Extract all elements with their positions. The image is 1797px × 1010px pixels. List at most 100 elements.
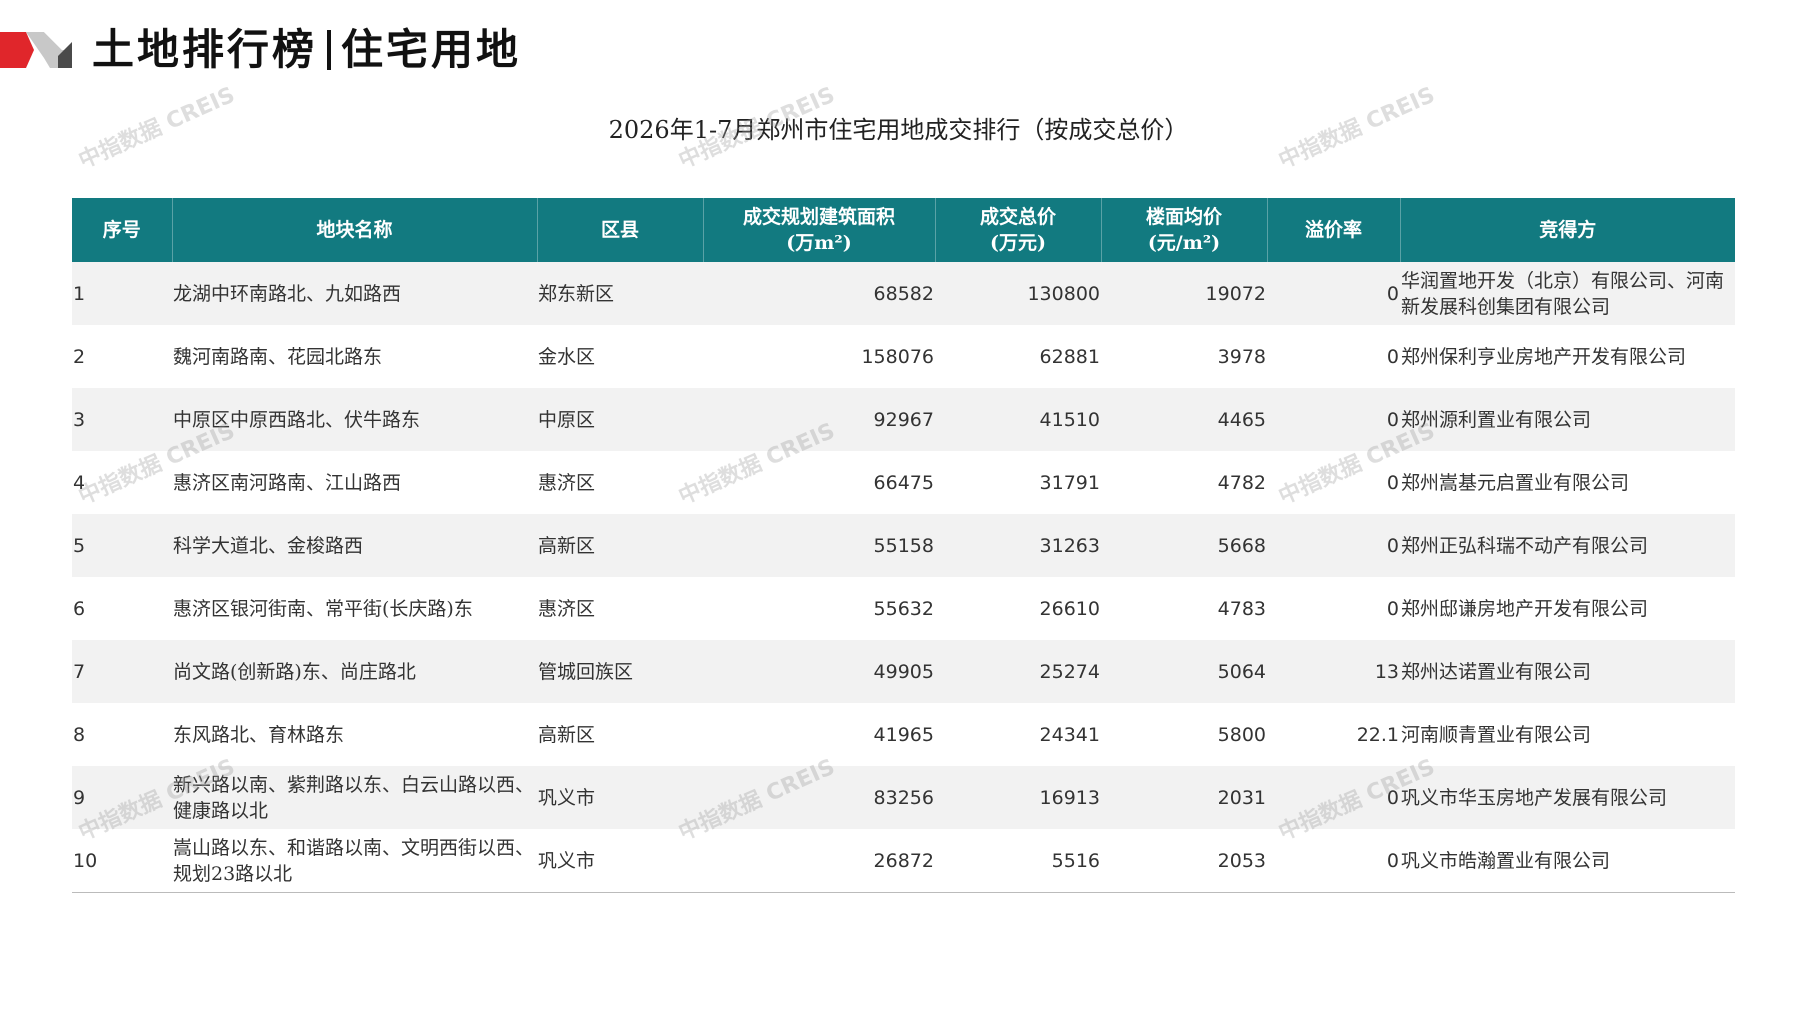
cell-rank: 7: [72, 640, 172, 703]
cell-area: 49905: [703, 640, 935, 703]
table-row: 6 惠济区银河街南、常平街(长庆路)东 惠济区 55632 26610 4783…: [72, 577, 1735, 640]
column-header-winner: 竞得方: [1400, 198, 1735, 262]
cell-total-price: 31263: [935, 514, 1101, 577]
cell-winner: 郑州正弘科瑞不动产有限公司: [1400, 514, 1735, 577]
cell-total-price: 26610: [935, 577, 1101, 640]
column-header-parcel: 地块名称: [172, 198, 538, 262]
cell-area: 66475: [703, 451, 935, 514]
cell-premium: 0: [1267, 451, 1400, 514]
table-header-row: 序号 地块名称 区县 成交规划建筑面积 (万m²) 成交总价 (万元) 楼面均价 (元…: [72, 198, 1735, 262]
cell-premium: 0: [1267, 325, 1400, 388]
column-header-district: 区县: [537, 198, 704, 262]
table-row: 2 魏河南路南、花园北路东 金水区 158076 62881 3978 0 郑州…: [72, 325, 1735, 388]
cell-unit-price: 2053: [1101, 829, 1267, 893]
cell-parcel: 嵩山路以东、和谐路以南、文明西街以西、规划23路以北: [172, 829, 537, 893]
logo-mark: [0, 32, 72, 68]
table-row: 1 龙湖中环南路北、九如路西 郑东新区 68582 130800 19072 0…: [72, 262, 1735, 325]
cell-district: 金水区: [537, 325, 703, 388]
cell-rank: 4: [72, 451, 172, 514]
cell-rank: 2: [72, 325, 172, 388]
cell-total-price: 31791: [935, 451, 1101, 514]
column-unit-area: (万m²): [786, 232, 852, 254]
cell-winner: 郑州嵩基元启置业有限公司: [1400, 451, 1735, 514]
cell-district: 巩义市: [537, 829, 703, 893]
page-title-left: 土地排行榜: [92, 25, 318, 74]
page-title: 土地排行榜 住宅用地: [92, 18, 521, 82]
cell-area: 92967: [703, 388, 935, 451]
cell-area: 41965: [703, 703, 935, 766]
table-row: 8 东风路北、育林路东 高新区 41965 24341 5800 22.1 河南…: [72, 703, 1735, 766]
cell-parcel: 中原区中原西路北、伏牛路东: [172, 388, 537, 451]
cell-winner: 郑州保利亨业房地产开发有限公司: [1400, 325, 1735, 388]
cell-parcel: 东风路北、育林路东: [172, 703, 537, 766]
cell-total-price: 62881: [935, 325, 1101, 388]
cell-rank: 10: [72, 829, 172, 893]
table-row: 10 嵩山路以东、和谐路以南、文明西街以西、规划23路以北 巩义市 26872 …: [72, 829, 1735, 893]
cell-unit-price: 4465: [1101, 388, 1267, 451]
cell-premium: 13: [1267, 640, 1400, 703]
cell-parcel: 龙湖中环南路北、九如路西: [172, 262, 537, 325]
cell-total-price: 25274: [935, 640, 1101, 703]
cell-parcel: 魏河南路南、花园北路东: [172, 325, 537, 388]
table-row: 4 惠济区南河路南、江山路西 惠济区 66475 31791 4782 0 郑州…: [72, 451, 1735, 514]
cell-district: 高新区: [537, 514, 703, 577]
cell-winner: 郑州达诺置业有限公司: [1400, 640, 1735, 703]
title-divider: [327, 30, 332, 70]
column-header-unit-price: 楼面均价 (元/m²): [1101, 198, 1268, 262]
cell-unit-price: 2031: [1101, 766, 1267, 829]
cell-area: 68582: [703, 262, 935, 325]
cell-winner: 巩义市华玉房地产发展有限公司: [1400, 766, 1735, 829]
column-header-total-price: 成交总价 (万元): [935, 198, 1102, 262]
cell-rank: 1: [72, 262, 172, 325]
cell-rank: 3: [72, 388, 172, 451]
cell-unit-price: 3978: [1101, 325, 1267, 388]
table-row: 5 科学大道北、金梭路西 高新区 55158 31263 5668 0 郑州正弘…: [72, 514, 1735, 577]
table-row: 3 中原区中原西路北、伏牛路东 中原区 92967 41510 4465 0 郑…: [72, 388, 1735, 451]
cell-area: 158076: [703, 325, 935, 388]
cell-unit-price: 5668: [1101, 514, 1267, 577]
cell-unit-price: 5064: [1101, 640, 1267, 703]
cell-rank: 6: [72, 577, 172, 640]
cell-district: 高新区: [537, 703, 703, 766]
cell-parcel: 惠济区南河路南、江山路西: [172, 451, 537, 514]
cell-parcel: 尚文路(创新路)东、尚庄路北: [172, 640, 537, 703]
cell-premium: 0: [1267, 766, 1400, 829]
column-header-area: 成交规划建筑面积 (万m²): [703, 198, 936, 262]
cell-premium: 0: [1267, 514, 1400, 577]
cell-parcel: 新兴路以南、紫荆路以东、白云山路以西、健康路以北: [172, 766, 537, 829]
cell-total-price: 130800: [935, 262, 1101, 325]
cell-total-price: 24341: [935, 703, 1101, 766]
cell-unit-price: 19072: [1101, 262, 1267, 325]
cell-area: 26872: [703, 829, 935, 893]
cell-unit-price: 4782: [1101, 451, 1267, 514]
page-title-right: 住宅用地: [341, 25, 522, 74]
cell-district: 巩义市: [537, 766, 703, 829]
cell-total-price: 16913: [935, 766, 1101, 829]
cell-winner: 巩义市皓瀚置业有限公司: [1400, 829, 1735, 893]
cell-rank: 5: [72, 514, 172, 577]
column-header-premium: 溢价率: [1267, 198, 1401, 262]
cell-area: 83256: [703, 766, 935, 829]
cell-district: 惠济区: [537, 451, 703, 514]
table-title: 2026年1-7月郑州市住宅用地成交排行（按成交总价）: [608, 116, 1189, 144]
cell-winner: 郑州邸谦房地产开发有限公司: [1400, 577, 1735, 640]
table-row: 7 尚文路(创新路)东、尚庄路北 管城回族区 49905 25274 5064 …: [72, 640, 1735, 703]
cell-total-price: 5516: [935, 829, 1101, 893]
cell-unit-price: 5800: [1101, 703, 1267, 766]
cell-premium: 22.1: [1267, 703, 1400, 766]
cell-total-price: 41510: [935, 388, 1101, 451]
table-row: 9 新兴路以南、紫荆路以东、白云山路以西、健康路以北 巩义市 83256 169…: [72, 766, 1735, 829]
cell-winner: 华润置地开发（北京）有限公司、河南新发展科创集团有限公司: [1400, 262, 1735, 325]
column-unit-unit-price: (元/m²): [1147, 232, 1221, 254]
cell-district: 中原区: [537, 388, 703, 451]
cell-district: 郑东新区: [537, 262, 703, 325]
cell-premium: 0: [1267, 388, 1400, 451]
cell-parcel: 科学大道北、金梭路西: [172, 514, 537, 577]
column-header-rank: 序号: [72, 198, 173, 262]
cell-district: 管城回族区: [537, 640, 703, 703]
cell-premium: 0: [1267, 829, 1400, 893]
land-ranking-table: 序号 地块名称 区县 成交规划建筑面积 (万m²) 成交总价 (万元) 楼面均价 (元…: [72, 198, 1735, 893]
cell-rank: 9: [72, 766, 172, 829]
cell-area: 55158: [703, 514, 935, 577]
cell-district: 惠济区: [537, 577, 703, 640]
